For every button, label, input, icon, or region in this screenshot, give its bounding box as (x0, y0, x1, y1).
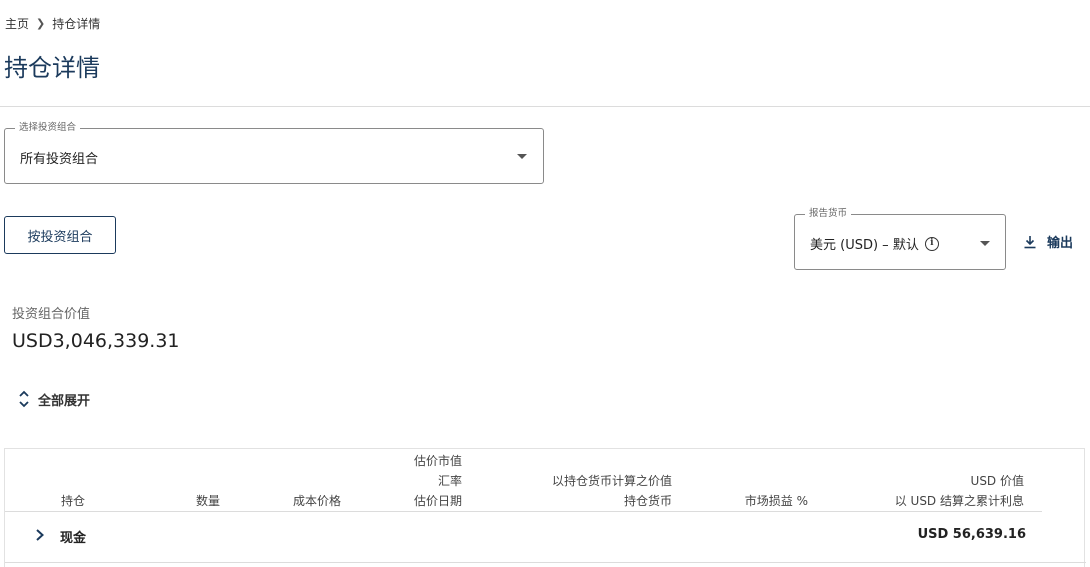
row-divider (5, 562, 1086, 563)
row-usd-value: USD 56,639.16 (917, 527, 1026, 542)
reporting-currency-label: 报告货币 (805, 208, 852, 220)
breadcrumb-home-link[interactable]: 主页 (5, 15, 29, 32)
reporting-currency-value-wrap: 美元 (USD) – 默认 i (810, 234, 939, 253)
column-header-market-pl[interactable]: 市场损益 % (745, 491, 808, 511)
header-divider (0, 106, 1090, 107)
portfolio-select-value: 所有投资组合 (20, 152, 99, 167)
export-button[interactable]: 输出 (1023, 232, 1073, 251)
column-header-usd-value[interactable]: USD 价值 以 USD 结算之累计利息 (895, 471, 1024, 511)
chevron-right-icon[interactable] (35, 528, 45, 542)
portfolio-value-label: 投资组合价值 (12, 307, 91, 322)
breadcrumb-current: 持仓详情 (52, 17, 101, 31)
portfolio-select-label: 选择投资组合 (15, 122, 81, 134)
column-header-valuation[interactable]: 估价市值 汇率 估价日期 (414, 451, 462, 511)
header-line: 估价市值 (413, 454, 462, 468)
expand-all-label: 全部展开 (38, 393, 91, 409)
column-header-holding-currency[interactable]: 以持仓货币计算之价值 持仓货币 (552, 471, 672, 511)
reporting-currency-select[interactable]: 报告货币 美元 (USD) – 默认 i (794, 208, 1006, 270)
header-line: 以 USD 结算之累计利息 (894, 494, 1024, 508)
header-line: 汇率 (437, 474, 462, 488)
column-header-cost-price[interactable]: 成本价格 (293, 491, 341, 511)
export-label: 输出 (1047, 236, 1074, 251)
download-icon (1024, 235, 1036, 248)
table-row[interactable]: 现金 USD 56,639.16 (5, 512, 1042, 562)
portfolio-value: USD3,046,339.31 (12, 330, 180, 352)
caret-down-icon (980, 241, 990, 246)
holdings-table: 持仓 数量 成本价格 估价市值 汇率 估价日期 以持仓货币计算之价值 持仓货币 … (4, 448, 1086, 567)
breadcrumb: 主页 ❯ 持仓详情 (5, 15, 100, 32)
portfolio-select[interactable]: 选择投资组合 所有投资组合 (4, 122, 544, 184)
expand-collapse-icon (19, 390, 29, 408)
row-name: 现金 (60, 531, 87, 546)
expand-all-button[interactable]: 全部展开 (18, 389, 90, 409)
page-title: 持仓详情 (4, 54, 100, 82)
column-header-holding[interactable]: 持仓 (61, 491, 85, 511)
reporting-currency-value: 美元 (USD) – 默认 (810, 238, 919, 253)
caret-down-icon (517, 154, 527, 159)
by-portfolio-button[interactable]: 按投资组合 (4, 216, 116, 254)
header-line: USD 价值 (970, 474, 1024, 488)
header-line: 估价日期 (413, 494, 462, 508)
header-line: 持仓货币 (623, 494, 672, 508)
info-icon[interactable]: i (924, 236, 939, 251)
chevron-right-icon: ❯ (36, 17, 46, 30)
column-header-quantity[interactable]: 数量 (196, 491, 220, 511)
header-line: 以持仓货币计算之价值 (551, 474, 672, 488)
